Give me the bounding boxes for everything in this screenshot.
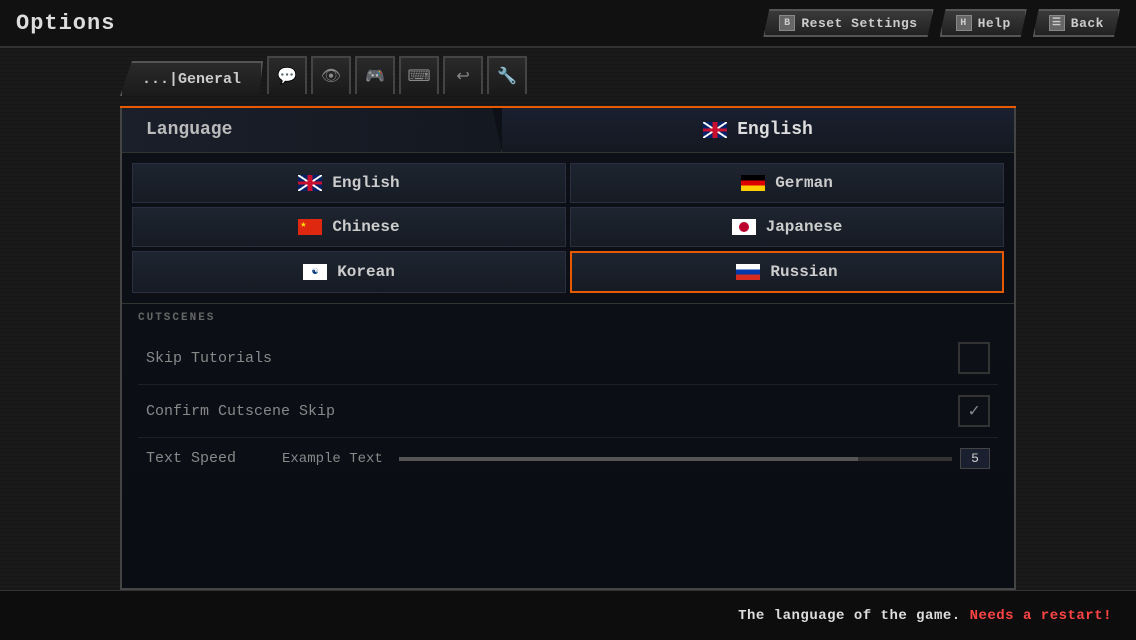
lang-english-button[interactable]: English (132, 163, 566, 203)
text-speed-slider[interactable] (399, 457, 952, 461)
confirm-cutscene-label: Confirm Cutscene Skip (146, 403, 958, 420)
cutscenes-label: CUTSCENES (138, 312, 998, 324)
reset-settings-button[interactable]: B Reset Settings (763, 9, 933, 37)
page-title: Options (16, 11, 763, 36)
flag-cn-icon (298, 219, 322, 235)
lang-english-label: English (332, 174, 399, 192)
language-value-button[interactable]: English (502, 108, 1014, 152)
flag-de-icon (741, 175, 765, 191)
current-flag-icon (703, 122, 727, 138)
main-panel: Language English English German Chinese … (120, 108, 1016, 590)
back-label: Back (1071, 16, 1104, 31)
language-label: Language (122, 108, 502, 152)
lang-russian-label: Russian (770, 263, 837, 281)
tab-general-label: ...|General (142, 71, 241, 88)
top-buttons: B Reset Settings H Help ☰ Back (763, 9, 1120, 37)
reset-label: Reset Settings (801, 16, 917, 31)
language-header: Language English (122, 108, 1014, 153)
tab-underline (120, 106, 1016, 108)
back-icon: ☰ (1049, 15, 1065, 31)
tab-eye-icon[interactable]: 👁 (311, 56, 351, 94)
lang-german-button[interactable]: German (570, 163, 1004, 203)
tab-keyboard-icon[interactable]: ⌨ (399, 56, 439, 94)
lang-chinese-button[interactable]: Chinese (132, 207, 566, 247)
top-bar: Options B Reset Settings H Help ☰ Back (0, 0, 1136, 48)
tab-chat-icon[interactable]: 💬 (267, 56, 307, 94)
tab-icons: 💬 👁 🎮 ⌨ ↩ 🔧 (267, 56, 527, 96)
status-bar: The language of the game. Needs a restar… (0, 590, 1136, 640)
tab-return-icon[interactable]: ↩ (443, 56, 483, 94)
back-button[interactable]: ☰ Back (1033, 9, 1120, 37)
language-grid: English German Chinese Japanese Korean R… (122, 153, 1014, 304)
confirm-cutscene-checkbox[interactable]: ✓ (958, 395, 990, 427)
flag-kr-icon (303, 264, 327, 280)
skip-tutorials-label: Skip Tutorials (146, 350, 958, 367)
tab-gamepad-icon[interactable]: 🎮 (355, 56, 395, 94)
slider-fill (399, 457, 858, 461)
lang-korean-label: Korean (337, 263, 395, 281)
lang-korean-button[interactable]: Korean (132, 251, 566, 293)
status-text-highlight: Needs a restart! (970, 608, 1112, 624)
reset-icon: B (779, 15, 795, 31)
lang-japanese-label: Japanese (766, 218, 843, 236)
lang-russian-button[interactable]: Russian (570, 251, 1004, 293)
tab-wrench-icon[interactable]: 🔧 (487, 56, 527, 94)
text-speed-slider-container: 5 (399, 448, 990, 469)
status-text-normal: The language of the game. (738, 608, 961, 624)
help-icon: H (956, 15, 972, 31)
example-text: Example Text (282, 451, 383, 467)
skip-tutorials-row: Skip Tutorials (138, 332, 998, 385)
tabs-area: ...|General 💬 👁 🎮 ⌨ ↩ 🔧 (120, 56, 1016, 96)
lang-chinese-label: Chinese (332, 218, 399, 236)
confirm-cutscene-row: Confirm Cutscene Skip ✓ (138, 385, 998, 438)
flag-uk-icon (298, 175, 322, 191)
help-label: Help (978, 16, 1011, 31)
lang-japanese-button[interactable]: Japanese (570, 207, 1004, 247)
status-text: The language of the game. Needs a restar… (738, 608, 1112, 624)
lang-german-label: German (775, 174, 833, 192)
text-speed-value: 5 (960, 448, 990, 469)
cutscenes-section: CUTSCENES Skip Tutorials Confirm Cutscen… (122, 304, 1014, 487)
flag-ru-icon (736, 264, 760, 280)
text-speed-row: Text Speed Example Text 5 (138, 438, 998, 479)
skip-tutorials-checkbox[interactable] (958, 342, 990, 374)
language-current-value: English (737, 120, 813, 140)
tab-general[interactable]: ...|General (120, 61, 263, 96)
help-button[interactable]: H Help (940, 9, 1027, 37)
text-speed-label: Text Speed (146, 450, 266, 467)
flag-jp-icon (732, 219, 756, 235)
